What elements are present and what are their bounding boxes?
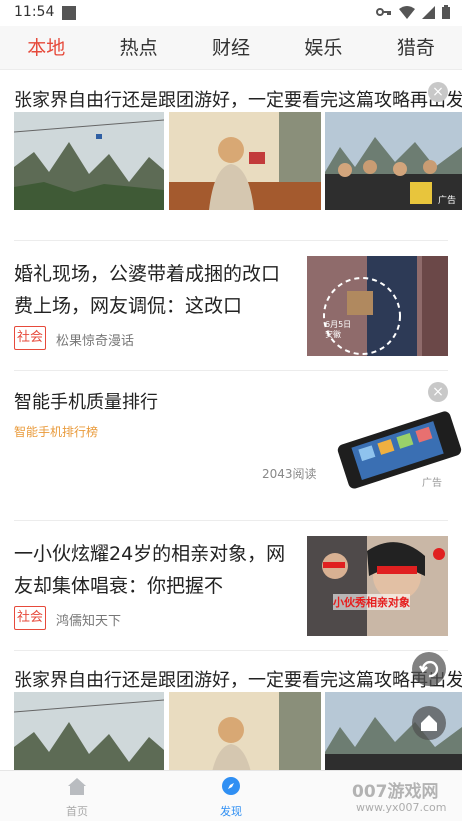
tab-hot[interactable]: 热点 [92,26,184,69]
home-icon [421,715,437,731]
close-icon[interactable]: × [428,382,448,402]
feed-item-thumbnail[interactable]: 6月5日 安徽 [307,256,448,356]
divider [14,240,448,241]
tab-entertainment[interactable]: 娱乐 [277,26,369,69]
ad-title[interactable]: 智能手机质量排行 [14,388,158,414]
read-count: 2043阅读 [262,467,317,481]
news-source: 鸿儒知天下 [56,614,122,629]
feed-item-photo[interactable]: 广告 [325,112,462,210]
ad-label: 广告 [437,196,456,206]
nav-home-label: 首页 [66,805,88,818]
key-icon [376,8,391,16]
category-tabs: 本地 热点 财经 娱乐 猎奇 [0,26,462,70]
category-tag: 社会 [14,606,46,630]
tab-finance[interactable]: 财经 [185,26,277,69]
home-float-button[interactable] [412,706,446,740]
ad-phone-image[interactable] [330,406,462,492]
ad-source: 智能手机排行榜 [14,425,99,439]
feed-item-title[interactable]: 婚礼现场，公婆带着成捆的改口费上场，网友调侃：这改口 [14,258,294,322]
status-icons [376,5,450,19]
refresh-icon [418,660,439,678]
divider [14,520,448,521]
feed-item-photo[interactable] [14,692,164,770]
category-tag: 社会 [14,326,46,350]
nav-home[interactable]: 首页 [37,771,117,821]
feed-item-photo[interactable] [169,112,321,210]
feed-item-photo[interactable] [14,112,164,210]
home-icon [68,778,86,795]
wifi-icon [399,5,415,19]
notification-icon [62,6,76,20]
tab-local[interactable]: 本地 [0,26,92,69]
nav-discover[interactable]: 发现 [191,771,271,821]
tab-curious[interactable]: 猎奇 [370,26,462,69]
divider [14,650,448,651]
compass-icon [222,777,240,795]
news-feed[interactable]: 张家界自由行还是跟团游好，一定要看完这篇攻略再出发 × 广告 婚礼现场，公婆带着… [0,70,462,770]
feed-item-title[interactable]: 张家界自由行还是跟团游好，一定要看完这篇攻略再出发 [14,86,462,112]
thumbnail-caption: 6月5日 安徽 [325,320,352,339]
status-bar: 11:54 [0,0,462,26]
watermark-text: 007游戏网 [352,782,439,802]
close-icon[interactable]: × [428,82,448,102]
status-time: 11:54 [14,4,55,20]
news-source: 松果惊奇漫话 [56,334,135,349]
battery-icon [442,5,450,19]
ad-label: 广告 [422,478,442,489]
watermark-url: www.yx007.com [356,801,447,814]
nav-discover-label: 发现 [220,805,242,818]
feed-item-title[interactable]: 张家界自由行还是跟团游好，一定要看完这篇攻略再出发 [14,666,462,692]
signal-icon [422,5,435,19]
feed-item-title[interactable]: 一小伙炫耀24岁的相亲对象，网友却集体唱衰：你把握不 [14,538,294,602]
refresh-button[interactable] [412,652,446,686]
thumbnail-caption: 小伙秀相亲对象 [333,594,410,610]
divider [14,370,448,371]
feed-item-thumbnail[interactable]: 小伙秀相亲对象 [307,536,448,636]
feed-item-photo[interactable] [169,692,321,770]
